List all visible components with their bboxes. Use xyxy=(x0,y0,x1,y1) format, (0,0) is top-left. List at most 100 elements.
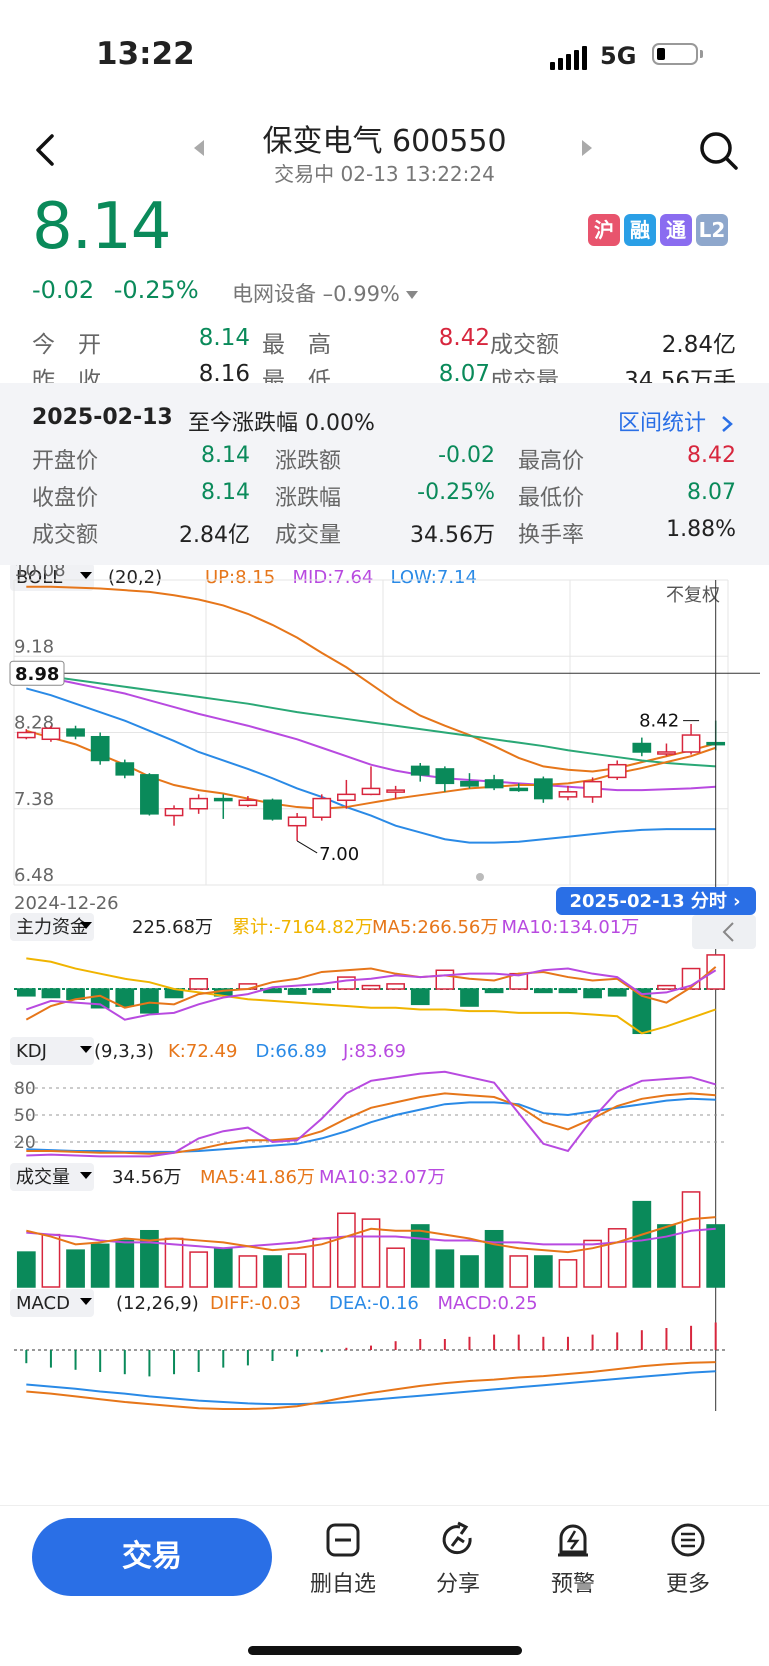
more-tab[interactable]: 更多 xyxy=(643,1520,733,1598)
tab-label: 更多 xyxy=(665,1572,710,1597)
summary-value: 34.56万手 xyxy=(624,368,736,383)
fund-bar xyxy=(287,988,307,995)
summary-label: 成交量 xyxy=(490,368,559,383)
candle-body xyxy=(337,793,356,802)
candle-body xyxy=(558,791,578,798)
share-icon xyxy=(442,1521,472,1555)
fund-bar xyxy=(484,988,504,994)
stock-charts[interactable]: BOLL (20,2) UP:8.15 MID:7.64 LOW:7.1410.089.… xyxy=(0,565,769,1505)
tab-label: 删自选 xyxy=(309,1572,376,1597)
candle-body xyxy=(263,799,282,820)
more-menu-icon xyxy=(671,1523,705,1557)
candle-body xyxy=(238,799,258,807)
candle-body xyxy=(140,774,159,815)
chart-legend-text: D:66.89 xyxy=(256,1041,327,1062)
volume-bar xyxy=(66,1249,85,1288)
summary-label: 最 高 xyxy=(262,332,331,358)
price-change: -0.02 xyxy=(32,276,95,304)
price-axis-label: 6.48 xyxy=(14,865,54,886)
market-badges: 沪融通 L2 xyxy=(588,214,728,246)
volume-bar xyxy=(263,1255,282,1288)
sector-link[interactable]: 电网设备 –0.99% xyxy=(232,278,418,308)
date-current-label: 2025-02-13 分时 › xyxy=(569,891,740,912)
kdj-level-label: 50 xyxy=(14,1106,36,1126)
volume-bar xyxy=(189,1251,209,1288)
candle-body xyxy=(164,808,184,817)
candle-body xyxy=(435,768,455,785)
range-stats-link[interactable]: 区间统计 xyxy=(618,405,735,437)
fund-bar xyxy=(41,988,61,999)
chart-legend-text: MA10:134.01万 xyxy=(502,917,640,938)
candle-body xyxy=(533,778,553,800)
range-change: 至今涨跌幅 0.00% xyxy=(188,411,375,436)
volume-bar xyxy=(681,1191,701,1288)
macd-dea-line xyxy=(26,1370,716,1406)
summary-value: 2.84亿 xyxy=(661,332,736,358)
range-stat-value: 8.42 xyxy=(687,443,736,468)
summary-value: 8.42 xyxy=(438,325,490,351)
range-stat-value: 8.07 xyxy=(687,480,736,505)
candle-body xyxy=(509,787,529,792)
summary-label: 昨 收 xyxy=(32,368,101,383)
fund-bar xyxy=(410,988,430,1006)
candle-body xyxy=(115,762,135,776)
low-price-label: 7.00 xyxy=(319,844,359,865)
kdj-level-label: 80 xyxy=(14,1079,36,1099)
page-dot xyxy=(476,873,484,881)
range-stat-label: 涨跌幅 xyxy=(275,486,342,511)
fund-bar xyxy=(460,988,479,1007)
candle-body xyxy=(632,742,652,753)
network-type: 5G xyxy=(600,42,637,70)
volume-bar xyxy=(41,1233,61,1288)
summary-row: 今 开 8.14 最 高 8.42 成交额 2.84亿 xyxy=(0,325,769,361)
market-badge: L2 xyxy=(696,214,728,246)
indicator-value: 34.56万 xyxy=(112,1167,182,1188)
caret-down-icon xyxy=(405,291,418,299)
candle-body xyxy=(681,734,701,753)
next-stock-arrow-icon[interactable] xyxy=(582,140,592,156)
candle-body xyxy=(213,797,233,802)
volume-bar xyxy=(484,1229,504,1288)
range-stat-label: 最高价 xyxy=(518,449,585,474)
alert-tab[interactable]: 预警 xyxy=(528,1520,618,1598)
range-stat-label: 成交量 xyxy=(275,523,342,548)
indicator-name: 成交量 xyxy=(16,1167,70,1188)
volume-bar xyxy=(213,1247,233,1288)
candle-body xyxy=(361,787,381,796)
fund-bar xyxy=(337,976,356,990)
indicator-params: (12,26,9) xyxy=(116,1293,199,1314)
volume-bar xyxy=(90,1243,110,1288)
remove-watchlist-tab[interactable]: 删自选 xyxy=(298,1520,388,1598)
range-stats-panel: 2025-02-13 至今涨跌幅 0.00% 区间统计 开盘价 8.14 涨跌额 -0… xyxy=(0,383,769,565)
fund-bar xyxy=(189,978,209,990)
crosshair-price-label: 8.98 xyxy=(15,664,59,685)
chevron-right-icon xyxy=(722,416,733,432)
alert-bolt-icon xyxy=(558,1524,588,1557)
tab-label: 分享 xyxy=(435,1572,480,1597)
candle-body xyxy=(312,797,332,818)
trade-button[interactable]: 交易 xyxy=(32,1518,272,1596)
candle-body xyxy=(410,765,430,776)
share-tab[interactable]: 分享 xyxy=(413,1520,503,1598)
fund-bar xyxy=(361,984,381,990)
volume-bar xyxy=(337,1212,356,1288)
tab-label: 预警 xyxy=(550,1572,595,1597)
range-stat-value: -0.02 xyxy=(438,443,495,468)
volume-bar xyxy=(706,1224,726,1288)
summary-value: 8.07 xyxy=(438,361,490,383)
boll-up-line xyxy=(26,585,716,773)
volume-bar xyxy=(435,1249,455,1288)
stock-title: 保变电气 600550 xyxy=(262,124,507,159)
fund-bar xyxy=(386,983,405,990)
status-bar: 13:22 5G xyxy=(0,0,769,110)
fund-bar xyxy=(115,988,135,1007)
range-stat-label: 开盘价 xyxy=(32,449,99,474)
search-icon[interactable] xyxy=(696,128,740,172)
current-price: 8.14 xyxy=(32,190,171,264)
fund-bar xyxy=(657,984,676,990)
candle-body xyxy=(386,789,405,793)
volume-bar xyxy=(632,1200,652,1288)
price-axis-label: 9.18 xyxy=(14,636,54,657)
market-badge: 通 xyxy=(660,214,692,246)
battery-icon xyxy=(652,43,698,65)
